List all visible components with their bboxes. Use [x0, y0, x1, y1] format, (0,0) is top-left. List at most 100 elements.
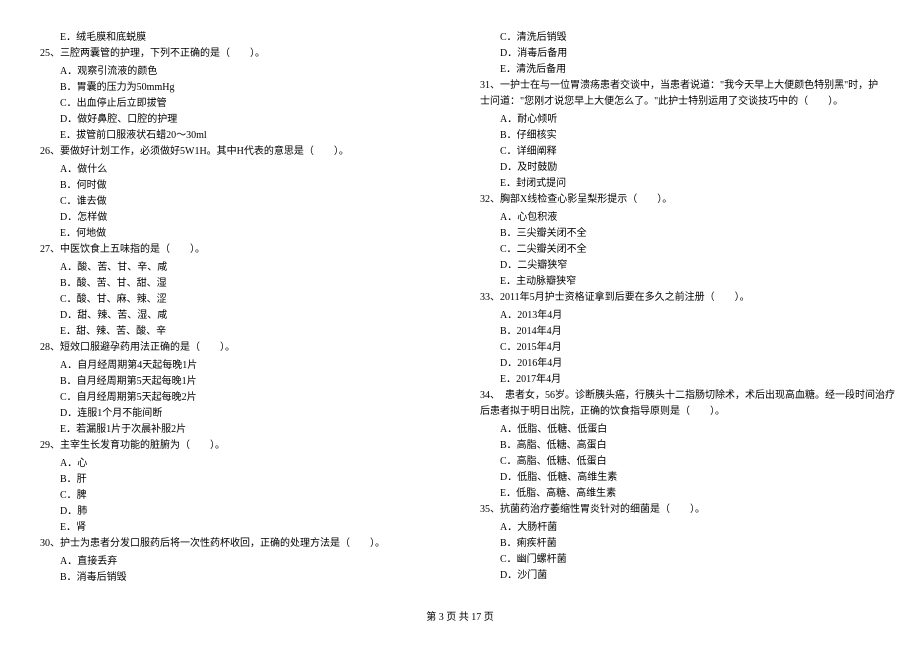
question: 31、一护士在与一位胃溃疡患者交谈中，当患者说道："我今天早上大便颜色特别黑"时…: [480, 78, 880, 110]
question-text: 三腔两囊管的护理，下列不正确的是（ ）。: [60, 48, 265, 59]
question-stem: 33、2011年5月护士资格证拿到后要在多久之前注册（ ）。: [480, 290, 880, 306]
option-block: A．2013年4月B．2014年4月C．2015年4月D．2016年4月E．20…: [480, 308, 880, 388]
question: 34、 患者女，56岁。诊断胰头癌，行胰头十二指肠切除术，术后出现高血糖。经一段…: [480, 388, 880, 420]
option-line: D．做好鼻腔、口腔的护理: [60, 112, 440, 128]
question-stem: 25、三腔两囊管的护理，下列不正确的是（ ）。: [40, 46, 440, 62]
option-line: E．主动脉瓣狭窄: [500, 274, 880, 290]
option-line: B．2014年4月: [500, 324, 880, 340]
option-block: A．观察引流液的颜色B．胃囊的压力为50mmHgC．出血停止后立即拔管D．做好鼻…: [40, 64, 440, 144]
question-text: 2011年5月护士资格证拿到后要在多久之前注册（ ）。: [500, 292, 750, 303]
question-stem: 29、主宰生长发育功能的脏腑为（ ）。: [40, 438, 440, 454]
option-line: C．二尖瓣关闭不全: [500, 242, 880, 258]
option-line: E．2017年4月: [500, 372, 880, 388]
option-line: D．肺: [60, 504, 440, 520]
question: 26、要做好计划工作，必须做好5W1H。其中H代表的意思是（ ）。: [40, 144, 440, 160]
option-line: D．消毒后备用: [500, 46, 880, 62]
question-stem: 32、胸部X线检查心影呈梨形提示（ ）。: [480, 192, 880, 208]
option-block: A．酸、苦、甘、辛、咸B．酸、苦、甘、甜、湿C．酸、甘、麻、辣、涩D．甜、辣、苦…: [40, 260, 440, 340]
option-line: D．沙门菌: [500, 568, 880, 584]
option-line: A．酸、苦、甘、辛、咸: [60, 260, 440, 276]
option-line: B．何时做: [60, 178, 440, 194]
question-stem-cont: 士问道："您刚才说您早上大便怎么了。"此护士特别运用了交谈技巧中的（ ）。: [480, 94, 880, 110]
option-block: A．耐心倾听B．仔细核实C．详细阐释D．及时鼓励E．封闭式提问: [480, 112, 880, 192]
question: 30、护士为患者分发口服药后将一次性药杯收回，正确的处理方法是（ ）。: [40, 536, 440, 552]
option-line: C．详细阐释: [500, 144, 880, 160]
question-number: 29、: [40, 440, 60, 451]
option-line: C．酸、甘、麻、辣、涩: [60, 292, 440, 308]
option-line: D．甜、辣、苦、湿、咸: [60, 308, 440, 324]
option-line: B．胃囊的压力为50mmHg: [60, 80, 440, 96]
question-stem: 31、一护士在与一位胃溃疡患者交谈中，当患者说道："我今天早上大便颜色特别黑"时…: [480, 78, 880, 94]
option-line: E．封闭式提问: [500, 176, 880, 192]
question-number: 27、: [40, 244, 60, 255]
question: 33、2011年5月护士资格证拿到后要在多久之前注册（ ）。: [480, 290, 880, 306]
question: 27、中医饮食上五味指的是（ ）。: [40, 242, 440, 258]
option-block: A．自月经周期第4天起每晚1片B．自月经周期第5天起每晚1片C．自月经周期第5天…: [40, 358, 440, 438]
option-line: D．连服1个月不能间断: [60, 406, 440, 422]
option-line: D．二尖瓣狭窄: [500, 258, 880, 274]
option-line: C．自月经周期第5天起每晚2片: [60, 390, 440, 406]
question-number: 26、: [40, 146, 60, 157]
question-text: 主宰生长发育功能的脏腑为（ ）。: [60, 440, 225, 451]
question-stem: 27、中医饮食上五味指的是（ ）。: [40, 242, 440, 258]
option-line: C．出血停止后立即拔管: [60, 96, 440, 112]
question-number: 30、: [40, 538, 60, 549]
option-line: E．甜、辣、苦、酸、辛: [60, 324, 440, 340]
option-line: C．清洗后销毁: [500, 30, 880, 46]
question-text: 一护士在与一位胃溃疡患者交谈中，当患者说道："我今天早上大便颜色特别黑"时，护: [500, 80, 878, 91]
question-stem: 26、要做好计划工作，必须做好5W1H。其中H代表的意思是（ ）。: [40, 144, 440, 160]
option-line: E．绒毛膜和底蜕膜: [60, 30, 440, 46]
option-line: C．高脂、低糖、低蛋白: [500, 454, 880, 470]
option-line: A．心包积液: [500, 210, 880, 226]
option-line: B．仔细核实: [500, 128, 880, 144]
option-line: B．酸、苦、甘、甜、湿: [60, 276, 440, 292]
option-block: E．绒毛膜和底蜕膜: [40, 30, 440, 46]
question-text: 中医饮食上五味指的是（ ）。: [60, 244, 205, 255]
option-line: A．直接丢弃: [60, 554, 440, 570]
option-line: C．幽门螺杆菌: [500, 552, 880, 568]
option-line: E．肾: [60, 520, 440, 536]
question-stem: 34、 患者女，56岁。诊断胰头癌，行胰头十二指肠切除术，术后出现高血糖。经一段…: [480, 388, 880, 404]
question-number: 31、: [480, 80, 500, 91]
option-block: A．做什么B．何时做C．谁去做D．怎样做E．何地做: [40, 162, 440, 242]
question-number: 25、: [40, 48, 60, 59]
page-footer: 第 3 页 共 17 页: [40, 610, 880, 626]
question-text: 胸部X线检查心影呈梨形提示（ ）。: [500, 194, 672, 205]
question-number: 32、: [480, 194, 500, 205]
option-line: A．耐心倾听: [500, 112, 880, 128]
question: 25、三腔两囊管的护理，下列不正确的是（ ）。: [40, 46, 440, 62]
question-text: 要做好计划工作，必须做好5W1H。其中H代表的意思是（ ）。: [60, 146, 349, 157]
option-line: A．低脂、低糖、低蛋白: [500, 422, 880, 438]
option-line: D．及时鼓励: [500, 160, 880, 176]
option-line: D．怎样做: [60, 210, 440, 226]
question: 35、抗菌药治疗萎缩性胃炎针对的细菌是（ ）。: [480, 502, 880, 518]
question-number: 33、: [480, 292, 500, 303]
question-stem: 35、抗菌药治疗萎缩性胃炎针对的细菌是（ ）。: [480, 502, 880, 518]
option-line: B．消毒后销毁: [60, 570, 440, 586]
question-stem: 30、护士为患者分发口服药后将一次性药杯收回，正确的处理方法是（ ）。: [40, 536, 440, 552]
option-line: E．低脂、高糖、高维生素: [500, 486, 880, 502]
question-number: 34、: [480, 390, 495, 401]
exam-page-content: E．绒毛膜和底蜕膜25、三腔两囊管的护理，下列不正确的是（ ）。 A．观察引流液的…: [40, 30, 880, 590]
question-number: 28、: [40, 342, 60, 353]
option-line: A．心: [60, 456, 440, 472]
question-text: 抗菌药治疗萎缩性胃炎针对的细菌是（ ）。: [500, 504, 705, 515]
option-line: A．做什么: [60, 162, 440, 178]
option-line: C．2015年4月: [500, 340, 880, 356]
question: 32、胸部X线检查心影呈梨形提示（ ）。: [480, 192, 880, 208]
question-stem-cont: 后患者拟于明日出院，正确的饮食指导原则是（ ）。: [480, 404, 880, 420]
option-line: C．谁去做: [60, 194, 440, 210]
option-line: B．三尖瓣关闭不全: [500, 226, 880, 242]
question: 29、主宰生长发育功能的脏腑为（ ）。: [40, 438, 440, 454]
question-text: 患者女，56岁。诊断胰头癌，行胰头十二指肠切除术，术后出现高血糖。经一段时间治疗: [495, 390, 895, 401]
option-line: A．大肠杆菌: [500, 520, 880, 536]
option-line: E．拔管前口服液状石蜡20～30ml: [60, 128, 440, 144]
question-text: 短效口服避孕药用法正确的是（ ）。: [60, 342, 235, 353]
question: 28、短效口服避孕药用法正确的是（ ）。: [40, 340, 440, 356]
option-line: E．若漏服1片于次晨补服2片: [60, 422, 440, 438]
option-line: B．肝: [60, 472, 440, 488]
option-line: C．脾: [60, 488, 440, 504]
option-line: B．自月经周期第5天起每晚1片: [60, 374, 440, 390]
option-line: A．自月经周期第4天起每晚1片: [60, 358, 440, 374]
option-line: B．高脂、低糖、高蛋白: [500, 438, 880, 454]
